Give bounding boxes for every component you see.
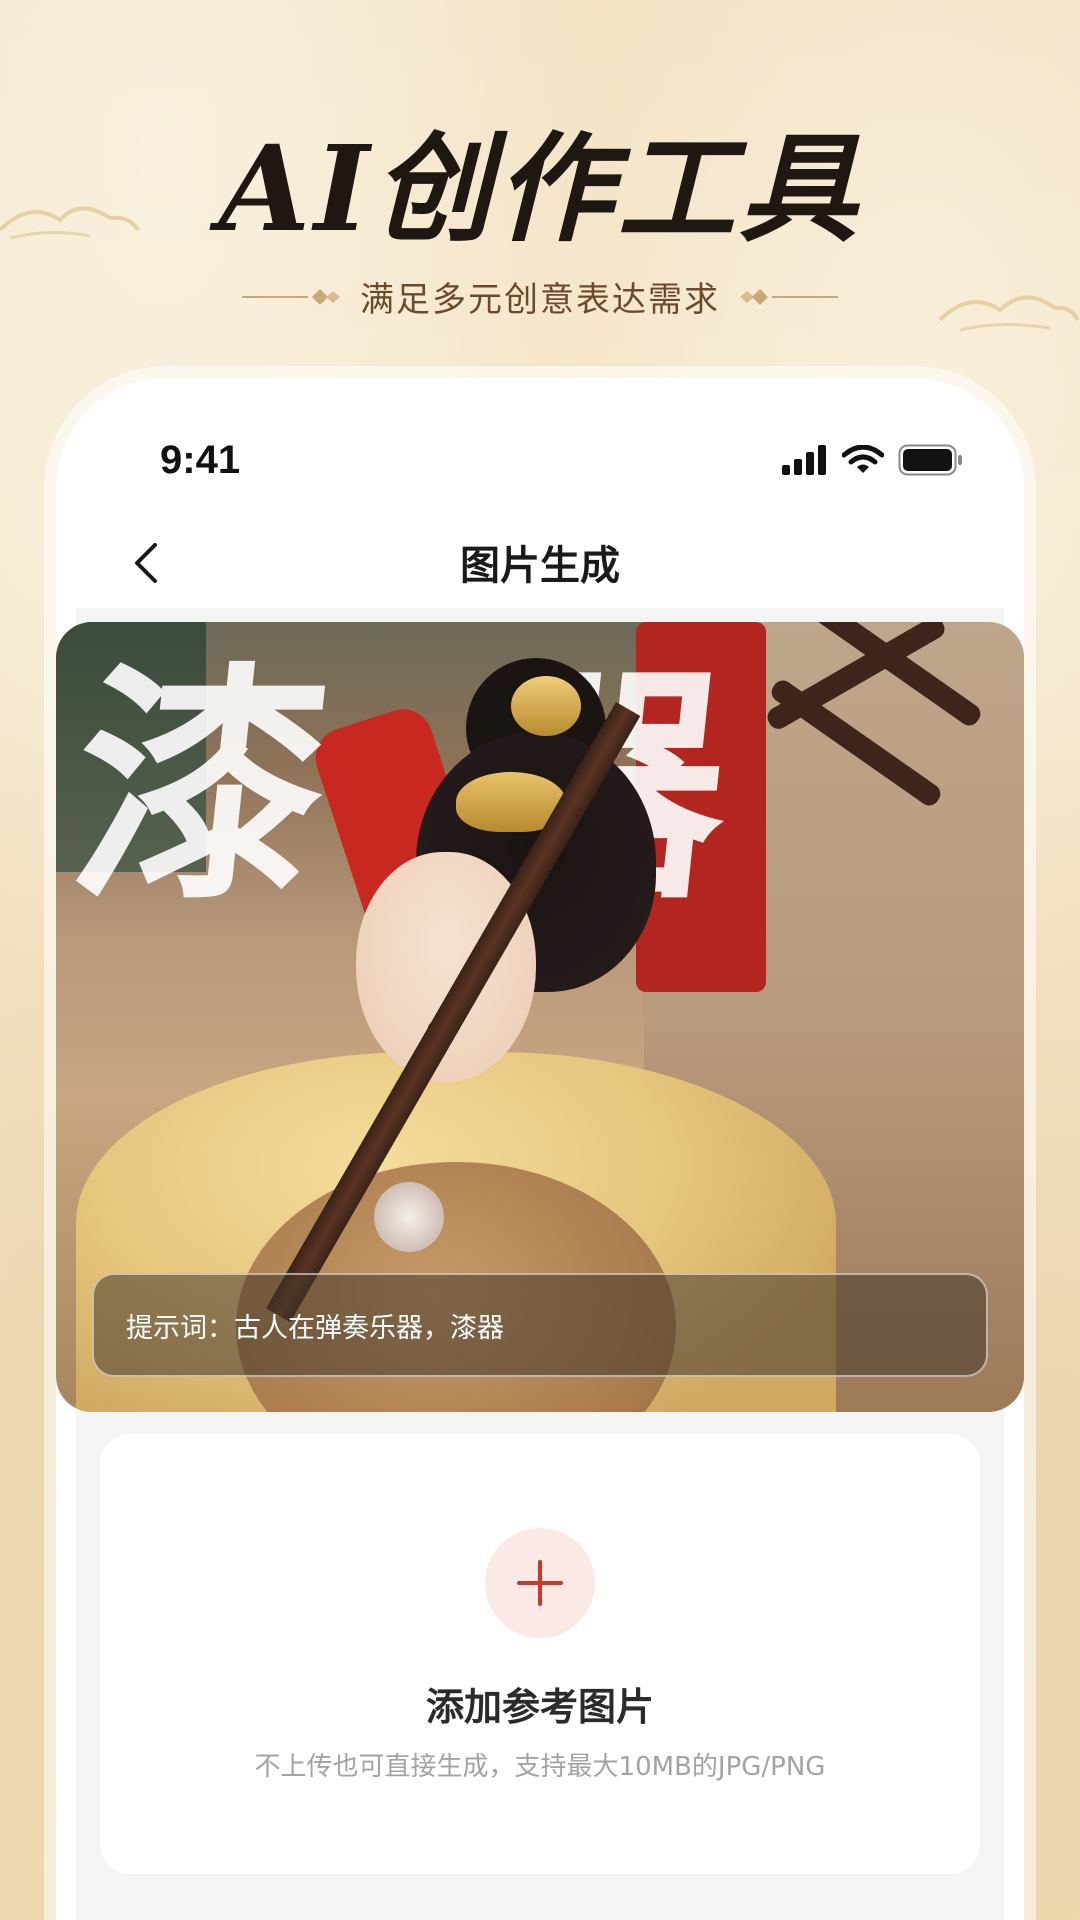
prompt-overlay: 提示词：古人在弹奏乐器，漆器 (92, 1273, 988, 1377)
ornament-right-icon (740, 288, 838, 305)
navbar: 图片生成 (56, 523, 1024, 603)
art-hair-ornament-top (511, 676, 581, 736)
art-rosette (374, 1182, 444, 1252)
add-reference-image-card[interactable]: 添加参考图片 不上传也可直接生成，支持最大10MB的JPG/PNG (100, 1434, 980, 1874)
status-time: 9:41 (160, 438, 241, 482)
plus-icon (517, 1560, 563, 1606)
add-image-button[interactable] (485, 1528, 595, 1638)
hero-subtitle-row: 满足多元创意表达需求 (0, 272, 1080, 321)
page-title: 图片生成 (460, 543, 620, 589)
hero-subtitle: 满足多元创意表达需求 (360, 280, 720, 320)
upload-title: 添加参考图片 (425, 1685, 654, 1729)
promo-page: AI创作工具 满足多元创意表达需求 9:41 图片生成 提示词：古人在弹奏乐器，… (0, 0, 1080, 1920)
wifi-icon (842, 445, 884, 473)
hero-title: AI创作工具 (218, 119, 862, 258)
battery-icon (898, 444, 962, 476)
ornament-left-icon (242, 288, 340, 305)
prompt-text: 提示词：古人在弹奏乐器，漆器 (126, 1312, 504, 1344)
signal-icon (782, 445, 826, 475)
upload-description: 不上传也可直接生成，支持最大10MB的JPG/PNG (254, 1752, 826, 1782)
status-icons (782, 444, 964, 476)
